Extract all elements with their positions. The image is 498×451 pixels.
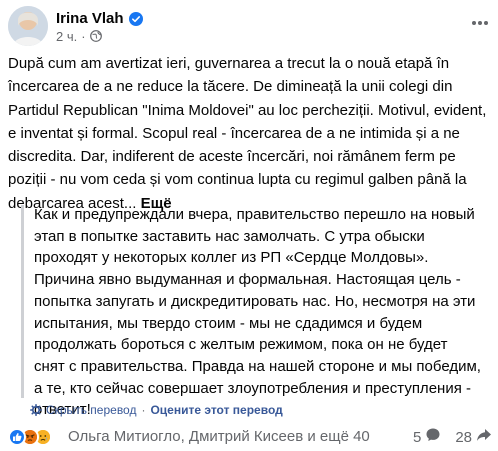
reaction-icons[interactable] (8, 428, 52, 446)
shares-count-value: 28 (455, 428, 472, 446)
post-stats: 5 28 (399, 427, 492, 447)
post-footer: Ольга Митиогло, Дмитрий Кисеев и ещё 40 … (8, 427, 492, 447)
rate-translation-link[interactable]: Оцените этот перевод (150, 403, 282, 417)
comment-icon (421, 427, 441, 447)
hide-translation-link[interactable]: Скрыть перевод (46, 403, 136, 417)
post-time[interactable]: 2 ч. (56, 29, 77, 44)
post-meta: 2 ч. · (56, 28, 102, 44)
more-horizontal-icon (471, 13, 489, 31)
like-icon (8, 428, 26, 446)
translation-block: Как и предупреждали вчера, правительство… (21, 205, 481, 418)
post-header: Irina Vlah 2 ч. · (8, 6, 494, 46)
more-options-button[interactable] (466, 8, 494, 36)
shares-count[interactable]: 28 (455, 427, 492, 447)
comments-count[interactable]: 5 (413, 427, 441, 447)
gear-icon (30, 404, 42, 416)
share-icon (472, 427, 492, 447)
translation-text: Как и предупреждали вчера, правительство… (34, 206, 481, 419)
reactors-text[interactable]: Ольга Митиогло, Дмитрий Кисеев и ещё 40 (68, 428, 370, 446)
facebook-post: Irina Vlah 2 ч. · După cum am avertizat … (0, 0, 498, 451)
link-separator: · (141, 403, 146, 417)
post-text: După cum am avertizat ieri, guvernarea a… (8, 52, 492, 215)
author-name[interactable]: Irina Vlah (56, 10, 124, 28)
verified-badge-icon (128, 12, 143, 26)
comments-count-value: 5 (412, 428, 422, 446)
author-row: Irina Vlah (56, 10, 143, 28)
globe-icon (89, 30, 102, 42)
author-avatar[interactable] (8, 6, 48, 46)
meta-separator: · (81, 28, 86, 44)
post-original-text: După cum am avertizat ieri, guvernarea a… (8, 55, 487, 212)
translation-controls: Скрыть перевод · Оцените этот перевод (30, 402, 283, 418)
